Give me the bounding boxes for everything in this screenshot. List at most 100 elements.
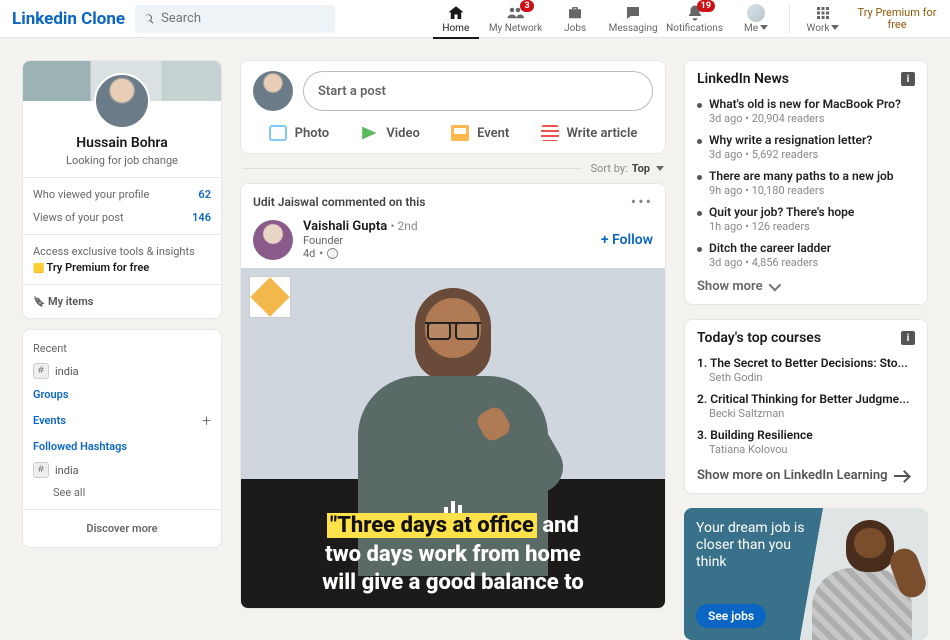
news-item-title: Ditch the career ladder — [709, 241, 915, 255]
nav-network[interactable]: 3 My Network — [485, 0, 546, 38]
news-item[interactable]: There are many paths to a new job9h ago … — [697, 165, 915, 201]
info-icon[interactable]: i — [901, 331, 915, 345]
side-groups-link[interactable]: Groups — [33, 383, 211, 406]
promo-illustration — [812, 520, 922, 640]
feed-sort[interactable]: Sort by: Top — [242, 162, 664, 175]
avatar-icon — [747, 4, 765, 22]
news-item[interactable]: Quit your job? There's hope1h ago • 126 … — [697, 201, 915, 237]
nav-messaging[interactable]: Messaging — [604, 0, 662, 38]
course-author: Becki Saltzman — [697, 407, 915, 420]
nav-me[interactable]: Me — [727, 0, 785, 38]
side-events-label: Events — [33, 414, 66, 427]
profile-views-link[interactable]: Who viewed your profile 62 — [23, 177, 221, 211]
side-events-link[interactable]: Events + — [33, 406, 211, 435]
discover-more-button[interactable]: Discover more — [23, 509, 221, 547]
search-icon — [143, 12, 155, 26]
profile-name[interactable]: Hussain Bohra — [23, 135, 221, 151]
message-icon — [624, 4, 642, 22]
recent-hashtag-india[interactable]: india — [33, 359, 211, 383]
news-item-meta: 3d ago • 5,692 readers — [709, 148, 915, 161]
news-item[interactable]: Ditch the career ladder3d ago • 4,856 re… — [697, 237, 915, 273]
course-item[interactable]: 2. Critical Thinking for Better Judgme..… — [697, 388, 915, 424]
news-item-meta: 9h ago • 10,180 readers — [709, 184, 915, 197]
news-item-title: There are many paths to a new job — [709, 169, 915, 183]
follow-button[interactable]: + Follow — [601, 232, 653, 248]
post-author-avatar[interactable] — [253, 220, 293, 260]
side-recent-header: Recent — [33, 342, 211, 355]
photo-icon — [269, 125, 287, 141]
followed-hashtag-india[interactable]: india — [33, 458, 211, 482]
post-more-button[interactable]: ••• — [631, 192, 653, 211]
course-item[interactable]: 3. Building ResilienceTatiana Kolovou — [697, 424, 915, 460]
search-box[interactable] — [135, 5, 335, 33]
post-views-link[interactable]: Views of your post 146 — [23, 211, 221, 234]
share-event-label: Event — [477, 126, 509, 141]
start-post-button[interactable]: Start a post — [303, 71, 653, 111]
nav-notifications[interactable]: 19 Notifications — [662, 0, 727, 38]
promo-cta-button[interactable]: See jobs — [696, 604, 766, 628]
news-item[interactable]: What's old is new for MacBook Pro?3d ago… — [697, 93, 915, 129]
post-views-value: 146 — [192, 211, 211, 224]
share-photo-button[interactable]: Photo — [261, 119, 338, 147]
chevron-down-icon — [768, 279, 781, 292]
globe-icon — [327, 248, 338, 259]
article-icon — [541, 125, 559, 141]
share-video-label: Video — [386, 126, 420, 141]
promo-card[interactable]: Your dream job is closer than you think … — [684, 508, 928, 640]
share-box: Start a post Photo Video Event Write art… — [240, 60, 666, 154]
premium-upsell[interactable]: Access exclusive tools & insights Try Pr… — [23, 234, 221, 284]
news-item[interactable]: Why write a resignation letter?3d ago • … — [697, 129, 915, 165]
sort-label: Sort by: — [591, 162, 628, 175]
brand-logo[interactable]: Linkedin Clone — [12, 9, 125, 29]
share-event-button[interactable]: Event — [443, 119, 517, 147]
side-see-all[interactable]: See all — [33, 482, 211, 501]
nav-notif-badge: 19 — [697, 0, 715, 12]
post-author-name[interactable]: Vaishali Gupta • 2nd — [303, 219, 418, 234]
course-author: Seth Godin — [697, 371, 915, 384]
news-item-meta: 3d ago • 20,904 readers — [709, 112, 915, 125]
profile-avatar[interactable] — [94, 73, 150, 129]
share-article-label: Write article — [567, 126, 638, 141]
post-author-degree: • 2nd — [390, 219, 417, 233]
courses-show-more[interactable]: Show more on LinkedIn Learning — [697, 460, 915, 483]
post-watermark — [249, 276, 291, 318]
side-followed-link[interactable]: Followed Hashtags — [33, 435, 211, 458]
courses-card: Today's top courses i 1. The Secret to B… — [684, 319, 928, 494]
post-views-label: Views of your post — [33, 211, 124, 224]
briefcase-icon — [566, 4, 584, 22]
search-input[interactable] — [161, 11, 327, 26]
share-article-button[interactable]: Write article — [533, 119, 646, 147]
course-title: 1. The Secret to Better Decisions: Sto..… — [697, 356, 915, 370]
news-item-meta: 3d ago • 4,856 readers — [709, 256, 915, 269]
news-show-more[interactable]: Show more — [697, 273, 915, 294]
nav-jobs[interactable]: Jobs — [546, 0, 604, 38]
side-card: Recent india Groups Events + Followed Ha… — [22, 329, 222, 548]
post-image[interactable]: "Three days at office and two days work … — [241, 268, 665, 608]
course-item[interactable]: 1. The Secret to Better Decisions: Sto..… — [697, 352, 915, 388]
info-icon[interactable]: i — [901, 72, 915, 86]
nav-me-label: Me — [744, 23, 768, 34]
nav-work[interactable]: Work — [794, 0, 852, 38]
nav-network-label: My Network — [489, 23, 542, 34]
chevron-down-icon — [656, 166, 664, 171]
profile-views-value: 62 — [198, 188, 211, 201]
course-title: 2. Critical Thinking for Better Judgme..… — [697, 392, 915, 406]
nav-premium-link[interactable]: Try Premium for free — [852, 0, 942, 38]
news-item-meta: 1h ago • 126 readers — [709, 220, 915, 233]
chevron-down-icon — [831, 25, 839, 30]
courses-title: Today's top courses — [697, 330, 821, 346]
nav-home[interactable]: Home — [427, 0, 485, 38]
nav-jobs-label: Jobs — [564, 23, 586, 34]
post-context[interactable]: Udit Jaiswal commented on this — [253, 195, 425, 209]
nav-items: Home 3 My Network Jobs Messaging 19 Noti… — [427, 0, 942, 38]
nav-notif-label: Notifications — [666, 23, 723, 34]
profile-views-label: Who viewed your profile — [33, 188, 149, 201]
plus-icon[interactable]: + — [202, 411, 211, 430]
sort-value: Top — [632, 162, 650, 175]
share-avatar[interactable] — [253, 71, 293, 111]
nav-separator — [789, 4, 790, 34]
nav-home-label: Home — [442, 23, 469, 34]
news-item-title: Quit your job? There's hope — [709, 205, 915, 219]
share-video-button[interactable]: Video — [352, 119, 428, 147]
my-items-link[interactable]: My items — [23, 284, 221, 318]
